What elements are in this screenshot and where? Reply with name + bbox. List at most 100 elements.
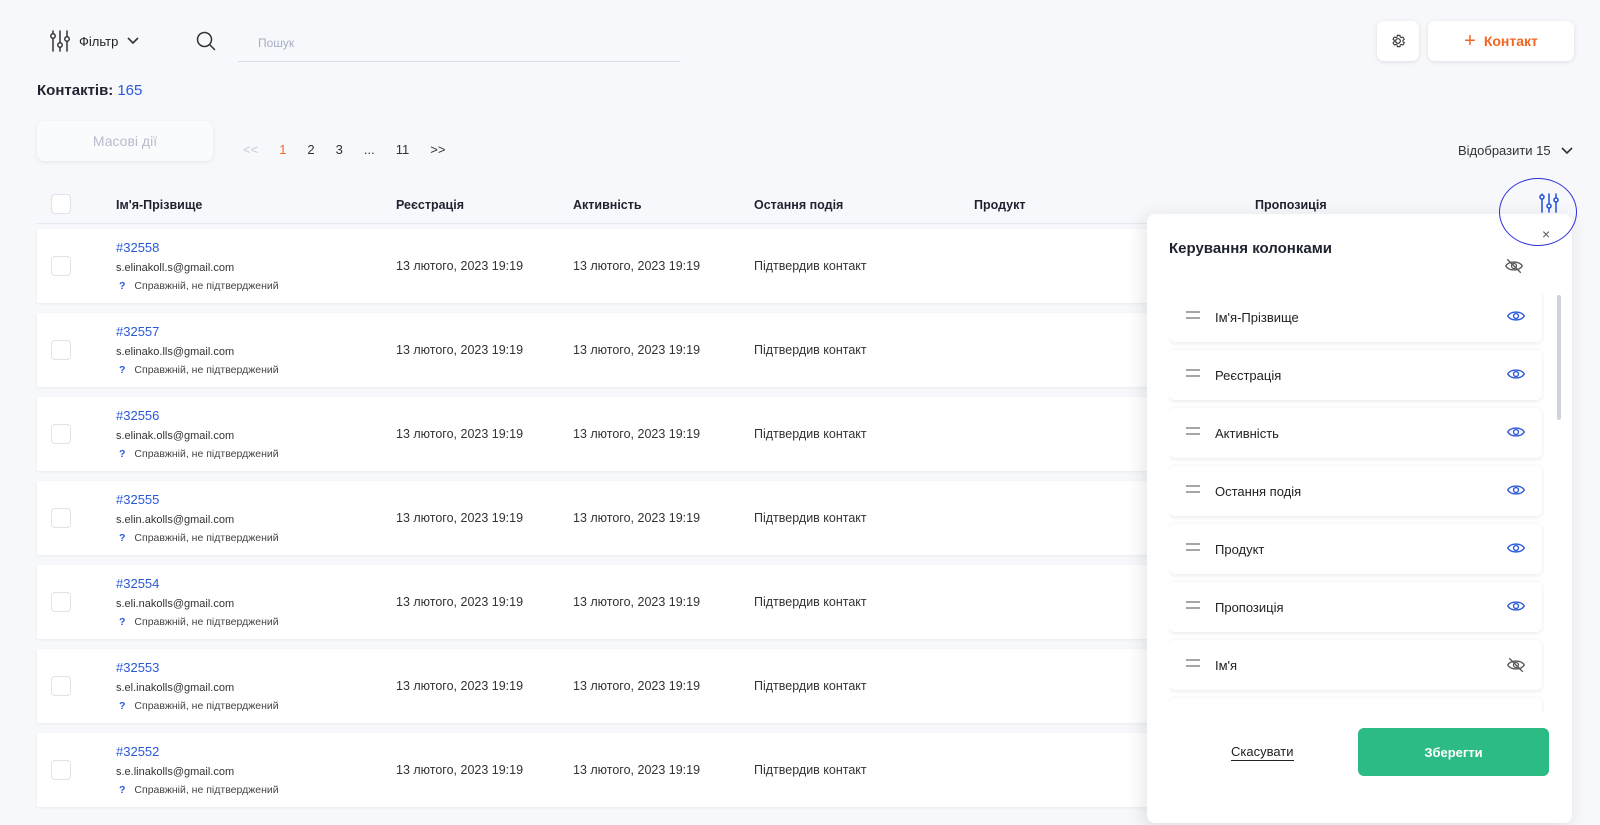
- column-item[interactable]: Пропозиція: [1169, 582, 1542, 632]
- eye-icon[interactable]: [1507, 599, 1525, 613]
- eye-icon[interactable]: [1507, 483, 1525, 497]
- plus-icon: +: [1464, 30, 1476, 52]
- table-row[interactable]: #32553 s.el.inakolls@gmail.com ? Справжні…: [37, 649, 1157, 723]
- pagination-page-3[interactable]: 3: [336, 142, 343, 157]
- column-item[interactable]: [1169, 698, 1542, 712]
- drag-handle-icon[interactable]: [1186, 427, 1200, 435]
- contact-id-link[interactable]: #32557: [116, 324, 159, 339]
- column-item[interactable]: Ім'я-Прізвище: [1169, 292, 1542, 342]
- activity-cell: 13 лютого, 2023 19:19: [573, 595, 701, 609]
- panel-scrollbar[interactable]: [1557, 295, 1561, 420]
- contact-id-link[interactable]: #32558: [116, 240, 159, 255]
- table-row[interactable]: #32557 s.elinako.lls@gmail.com ? Справжні…: [37, 313, 1157, 387]
- contact-status-text: Справжній, не підтверджений: [134, 448, 279, 460]
- pagination: << 1 2 3 ... 11 >>: [243, 142, 466, 157]
- row-checkbox[interactable]: [51, 340, 71, 360]
- mass-actions-button[interactable]: Масові дії: [37, 121, 213, 161]
- row-checkbox[interactable]: [51, 256, 71, 276]
- filter-sliders-icon: [50, 30, 70, 52]
- column-header-registration[interactable]: Реєстрація: [396, 198, 464, 212]
- column-header-last-event[interactable]: Остання подія: [754, 198, 843, 212]
- contact-email: s.elinakoll.s@gmail.com: [116, 262, 235, 274]
- question-icon: ?: [119, 280, 126, 292]
- eye-icon[interactable]: [1507, 541, 1525, 555]
- chevron-down-icon: [127, 37, 139, 45]
- drag-handle-icon[interactable]: [1186, 601, 1200, 609]
- select-all-checkbox[interactable]: [51, 194, 71, 214]
- pagination-page-2[interactable]: 2: [307, 142, 314, 157]
- activity-cell: 13 лютого, 2023 19:19: [573, 259, 701, 273]
- contact-id-link[interactable]: #32555: [116, 492, 159, 507]
- eye-icon[interactable]: [1507, 309, 1525, 323]
- last-event-cell: Підтвердив контакт: [754, 679, 867, 693]
- search-input[interactable]: [238, 24, 680, 62]
- contacts-count-label: Контактів:: [37, 82, 114, 99]
- column-header-name[interactable]: Ім'я-Прізвище: [116, 198, 202, 212]
- drag-handle-icon[interactable]: [1186, 369, 1200, 377]
- contact-id-link[interactable]: #32552: [116, 744, 159, 759]
- chevron-down-icon: [1561, 146, 1573, 154]
- search-icon[interactable]: [196, 31, 216, 51]
- per-page-select[interactable]: Відобразити 15: [1458, 143, 1573, 158]
- column-item[interactable]: Остання подія: [1169, 466, 1542, 516]
- add-contact-button[interactable]: + Контакт: [1428, 21, 1574, 61]
- column-item[interactable]: Продукт: [1169, 524, 1542, 574]
- last-event-cell: Підтвердив контакт: [754, 427, 867, 441]
- question-icon: ?: [119, 700, 126, 712]
- drag-handle-icon[interactable]: [1186, 485, 1200, 493]
- settings-button[interactable]: [1377, 21, 1419, 61]
- pagination-ellipsis: ...: [363, 142, 375, 157]
- question-icon: ?: [119, 532, 126, 544]
- contact-status: ? Справжній, не підтверджений: [116, 280, 279, 292]
- drag-handle-icon[interactable]: [1186, 659, 1200, 667]
- eye-off-icon[interactable]: [1505, 258, 1523, 274]
- row-checkbox[interactable]: [51, 592, 71, 612]
- pagination-page-11[interactable]: 11: [396, 142, 410, 157]
- gear-icon: [1392, 34, 1405, 48]
- drag-handle-icon[interactable]: [1186, 311, 1200, 319]
- contact-id-link[interactable]: #32556: [116, 408, 159, 423]
- highlight-ring: [1499, 178, 1577, 246]
- pagination-prev[interactable]: <<: [243, 142, 258, 157]
- column-item-label: Реєстрація: [1215, 368, 1282, 383]
- table-row[interactable]: #32552 s.e.linakolls@gmail.com ? Справжні…: [37, 733, 1157, 807]
- filter-button[interactable]: Фільтр: [50, 30, 139, 52]
- table-row[interactable]: #32554 s.eli.nakolls@gmail.com ? Справжні…: [37, 565, 1157, 639]
- table-row[interactable]: #32558 s.elinakoll.s@gmail.com ? Справжні…: [37, 229, 1157, 303]
- column-item-label: Пропозиція: [1215, 600, 1284, 615]
- cancel-button[interactable]: Скасувати: [1231, 744, 1294, 761]
- column-item[interactable]: Активність: [1169, 408, 1542, 458]
- activity-cell: 13 лютого, 2023 19:19: [573, 427, 701, 441]
- row-checkbox[interactable]: [51, 760, 71, 780]
- contact-email: s.e.linakolls@gmail.com: [116, 766, 235, 778]
- column-header-product[interactable]: Продукт: [974, 198, 1026, 212]
- row-checkbox[interactable]: [51, 424, 71, 444]
- row-checkbox[interactable]: [51, 508, 71, 528]
- pagination-page-1[interactable]: 1: [279, 142, 286, 157]
- registration-cell: 13 лютого, 2023 19:19: [396, 511, 524, 525]
- column-item[interactable]: Реєстрація: [1169, 350, 1542, 400]
- eye-off-icon[interactable]: [1507, 657, 1525, 673]
- drag-handle-icon[interactable]: [1186, 543, 1200, 551]
- column-item[interactable]: Ім'я: [1169, 640, 1542, 690]
- eye-icon[interactable]: [1507, 425, 1525, 439]
- column-header-activity[interactable]: Активність: [573, 198, 642, 212]
- contact-id-link[interactable]: #32553: [116, 660, 159, 675]
- pagination-next[interactable]: >>: [430, 142, 445, 157]
- column-header-offer[interactable]: Пропозиція: [1255, 198, 1327, 212]
- column-item-label: Активність: [1215, 426, 1279, 441]
- table-row[interactable]: #32555 s.elin.akolls@gmail.com ? Справжні…: [37, 481, 1157, 555]
- contact-status: ? Справжній, не підтверджений: [116, 448, 279, 460]
- contact-status-text: Справжній, не підтверджений: [134, 532, 279, 544]
- column-list: Ім'я-Прізвище Реєстрація Активність Оста…: [1169, 292, 1544, 712]
- eye-icon[interactable]: [1507, 367, 1525, 381]
- row-checkbox[interactable]: [51, 676, 71, 696]
- top-toolbar: Фільтр + Контакт: [0, 0, 1600, 80]
- question-icon: ?: [119, 616, 126, 628]
- contact-status: ? Справжній, не підтверджений: [116, 364, 279, 376]
- contact-id-link[interactable]: #32554: [116, 576, 159, 591]
- contact-status-text: Справжній, не підтверджений: [134, 280, 279, 292]
- table-row[interactable]: #32556 s.elinak.olls@gmail.com ? Справжні…: [37, 397, 1157, 471]
- last-event-cell: Підтвердив контакт: [754, 343, 867, 357]
- save-button[interactable]: Зберегти: [1358, 728, 1549, 776]
